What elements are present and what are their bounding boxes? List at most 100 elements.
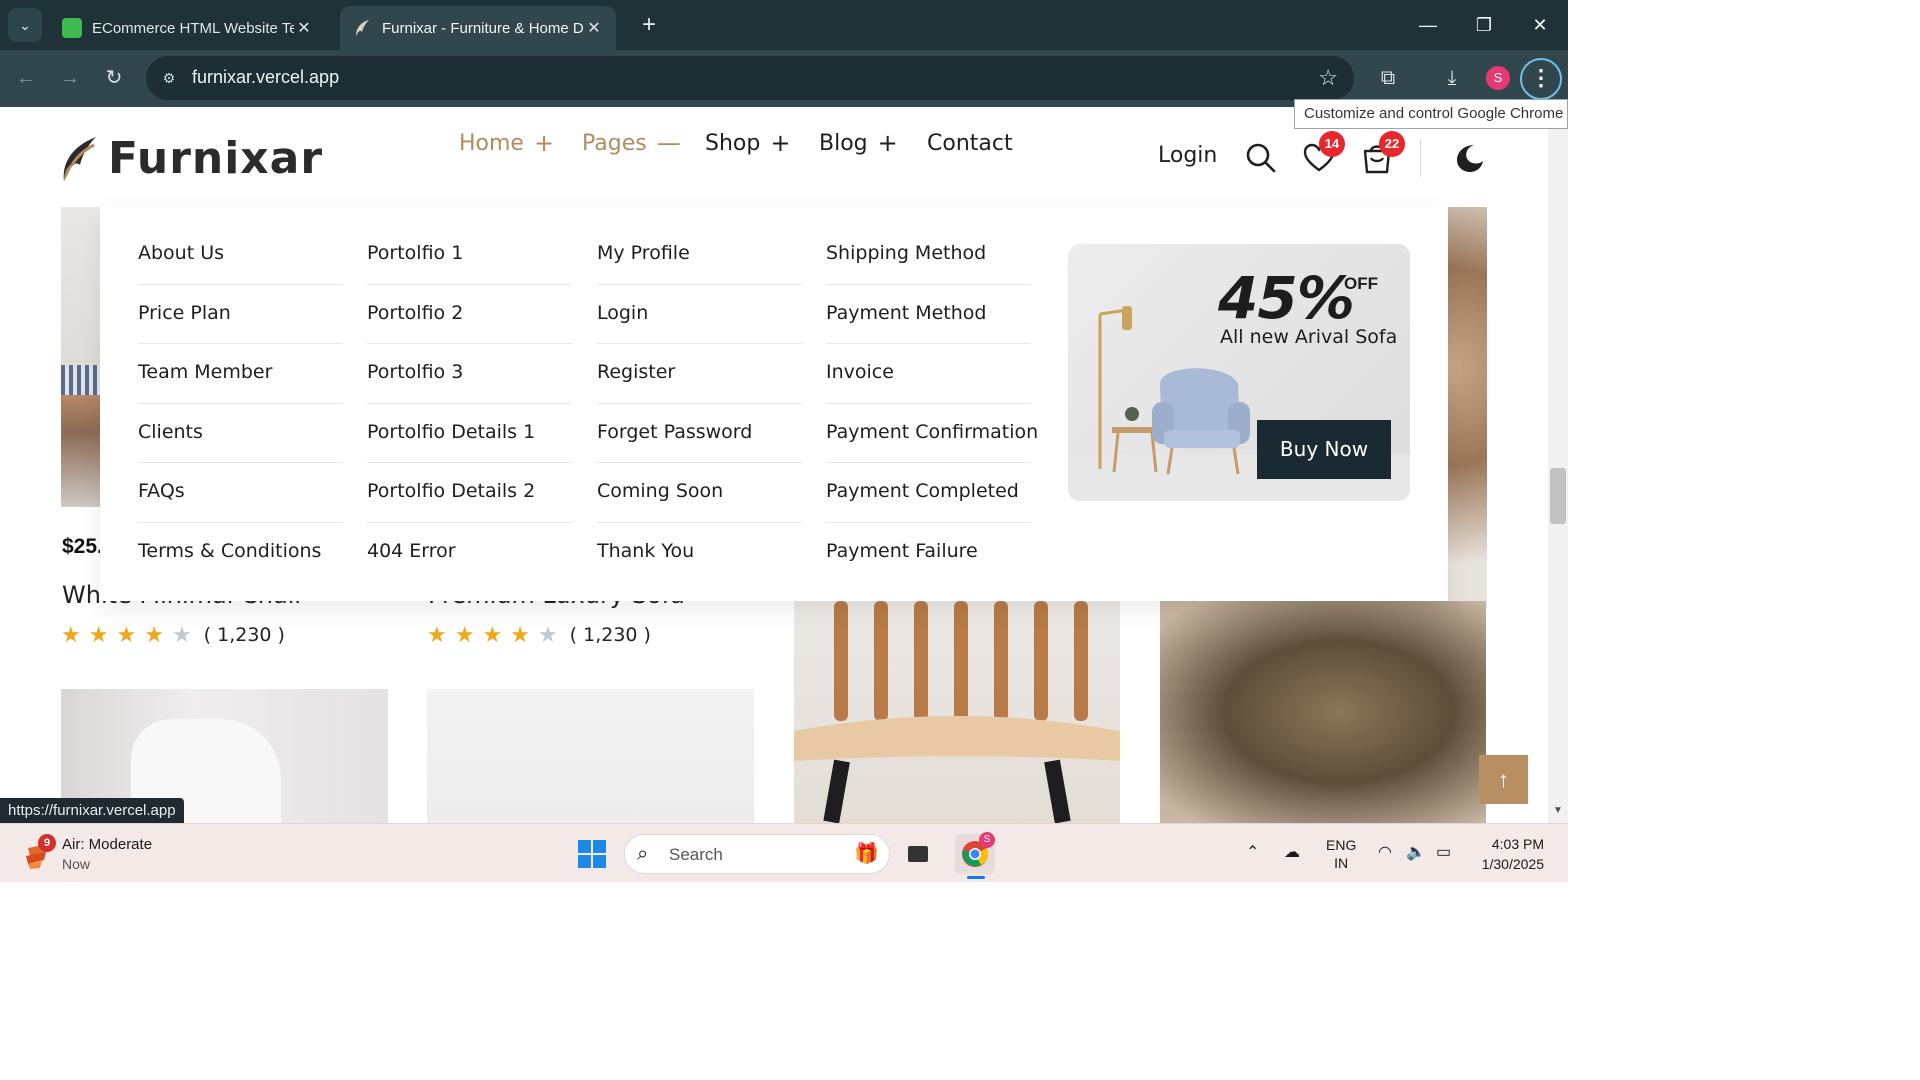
nav-item-shop[interactable]: Shop + <box>705 129 790 157</box>
close-icon[interactable]: ✕ <box>294 18 314 38</box>
mega-menu-link[interactable]: Payment Confirmation <box>826 404 1038 464</box>
scroll-down-arrow-icon[interactable]: ▼ <box>1550 805 1566 821</box>
star-icon: ★ <box>61 622 81 647</box>
product-image-chair[interactable] <box>794 601 1120 823</box>
wifi-icon[interactable]: ◠ <box>1378 842 1392 862</box>
login-link[interactable]: Login <box>1158 143 1217 168</box>
weather-widget[interactable]: 9 Air: Moderate Now <box>24 834 204 874</box>
mega-menu-link[interactable]: Coming Soon <box>597 463 802 523</box>
address-bar[interactable]: ⚙ furnixar.vercel.app ☆ <box>146 56 1354 100</box>
mega-menu-link[interactable]: Payment Completed <box>826 463 1031 523</box>
volume-icon[interactable]: 🔈 <box>1406 842 1426 862</box>
mega-menu-link[interactable]: Thank You <box>597 523 802 583</box>
mega-menu-link[interactable]: Price Plan <box>138 285 343 345</box>
close-window-button[interactable]: ✕ <box>1520 10 1560 40</box>
nav-item-pages[interactable]: Pages — <box>582 129 681 157</box>
weather-subtitle: Now <box>62 856 91 872</box>
reload-button[interactable]: ↻ <box>98 62 130 94</box>
chevron-down-icon: ⌄ <box>19 16 31 33</box>
star-icon: ★ <box>171 622 192 647</box>
notification-badge: 9 <box>38 834 56 852</box>
back-button[interactable]: ← <box>10 62 42 94</box>
site-logo[interactable]: Furnixar <box>60 133 323 184</box>
mega-menu-column: My Profile Login Register Forget Passwor… <box>597 225 802 583</box>
star-icon: ★ <box>116 622 137 647</box>
forward-button[interactable]: → <box>54 62 86 94</box>
tab-search-button[interactable]: ⌄ <box>8 8 42 42</box>
mega-menu-link[interactable]: Payment Method <box>826 285 1031 345</box>
url-text[interactable]: furnixar.vercel.app <box>192 67 339 88</box>
scroll-to-top-button[interactable]: ↑ <box>1479 755 1528 804</box>
chevron-up-icon[interactable]: ⌃ <box>1246 842 1259 862</box>
mega-menu-link[interactable]: Team Member <box>138 344 343 404</box>
mega-menu-link[interactable]: Login <box>597 285 802 345</box>
mega-menu-link[interactable]: 404 Error <box>367 523 572 583</box>
search-icon[interactable] <box>1244 141 1278 175</box>
download-icon[interactable]: ⤓ <box>1436 62 1468 94</box>
mega-menu-link[interactable]: Forget Password <box>597 404 802 464</box>
browser-tab[interactable]: ECommerce HTML Website Tem ✕ <box>50 6 326 50</box>
mega-menu-link[interactable]: About Us <box>138 225 343 285</box>
nav-item-blog[interactable]: Blog + <box>819 129 898 157</box>
review-count: ( 1,230 ) <box>569 624 651 646</box>
chrome-menu-button[interactable]: ⋮ <box>1520 58 1562 100</box>
nav-item-home[interactable]: Home + <box>459 129 554 157</box>
active-app-indicator <box>967 876 985 879</box>
nav-item-contact[interactable]: Contact <box>927 131 1013 156</box>
logo-text: Furnixar <box>108 133 324 184</box>
product-image[interactable] <box>427 689 754 823</box>
close-icon[interactable]: ✕ <box>584 18 604 38</box>
extensions-icon[interactable]: ⧉ <box>1372 62 1404 94</box>
mega-menu-link[interactable]: Portolfio Details 1 <box>367 404 572 464</box>
new-tab-button[interactable]: + <box>636 12 662 38</box>
mega-menu-link[interactable]: Invoice <box>826 344 1031 404</box>
cart-count-badge: 22 <box>1379 131 1405 157</box>
browser-tab-active[interactable]: Furnixar - Furniture & Home De ✕ <box>340 6 616 50</box>
promo-percent: 45% <box>1218 264 1355 332</box>
promo-off: OFF <box>1344 274 1378 293</box>
moon-dark-mode-icon[interactable] <box>1452 141 1486 175</box>
mega-menu-link[interactable]: Portolfio Details 2 <box>367 463 572 523</box>
windows-taskbar: 9 Air: Moderate Now ⌕ Search 🎁 S ⌃ ☁ ENG… <box>0 823 1568 882</box>
mega-menu-column: Portolfio 1 Portolfio 2 Portolfio 3 Port… <box>367 225 572 583</box>
header-divider <box>1420 139 1421 177</box>
task-view-icon[interactable] <box>898 834 938 874</box>
profile-avatar[interactable]: S <box>1486 66 1510 90</box>
restore-button[interactable]: ❐ <box>1464 10 1504 40</box>
system-clock[interactable]: 4:03 PM 1/30/2025 <box>1470 834 1544 874</box>
promo-banner[interactable]: 45% OFF All new Arival Sofa Buy Now <box>1068 244 1410 501</box>
minimize-button[interactable]: — <box>1408 10 1448 40</box>
mega-menu-link[interactable]: Portolfio 3 <box>367 344 572 404</box>
mega-menu-link[interactable]: Portolfio 1 <box>367 225 572 285</box>
arrow-up-icon: ↑ <box>1498 767 1509 792</box>
onedrive-cloud-icon[interactable]: ☁ <box>1284 842 1300 862</box>
chair-illustration <box>794 601 1120 823</box>
scrollbar-thumb[interactable] <box>1550 468 1566 524</box>
product-image-sculpture[interactable] <box>1160 601 1486 823</box>
mega-menu-link[interactable]: Register <box>597 344 802 404</box>
pages-mega-menu: About Us Price Plan Team Member Clients … <box>100 207 1448 601</box>
chrome-taskbar-icon[interactable]: S <box>955 832 995 874</box>
browser-tab-strip: ⌄ ECommerce HTML Website Tem ✕ Furnixar … <box>0 0 1568 50</box>
mega-menu-link[interactable]: Payment Failure <box>826 523 1031 583</box>
mega-menu-link[interactable]: Shipping Method <box>826 225 1031 285</box>
mega-menu-link[interactable]: Portolfio 2 <box>367 285 572 345</box>
site-settings-icon[interactable]: ⚙ <box>158 67 180 89</box>
mega-menu-link[interactable]: FAQs <box>138 463 343 523</box>
mega-menu-link[interactable]: My Profile <box>597 225 802 285</box>
page-scrollbar[interactable] <box>1548 107 1568 823</box>
battery-icon[interactable]: ▭ <box>1436 842 1451 862</box>
star-icon: ★ <box>510 622 530 647</box>
tooltip: Customize and control Google Chrome <box>1294 99 1568 129</box>
review-count: ( 1,230 ) <box>203 624 285 646</box>
mega-menu-link[interactable]: Terms & Conditions <box>138 523 343 583</box>
taskbar-search[interactable]: ⌕ Search 🎁 <box>624 834 890 874</box>
weather-title: Air: Moderate <box>62 836 153 853</box>
bookmark-star-icon[interactable]: ☆ <box>1318 65 1338 91</box>
nav-label: Home <box>459 130 524 156</box>
windows-start-icon[interactable] <box>576 838 608 870</box>
language-indicator[interactable]: ENG IN <box>1326 836 1356 872</box>
mega-menu-link[interactable]: Clients <box>138 404 343 464</box>
product-price: $25. <box>62 535 103 558</box>
buy-now-button[interactable]: Buy Now <box>1257 420 1391 479</box>
